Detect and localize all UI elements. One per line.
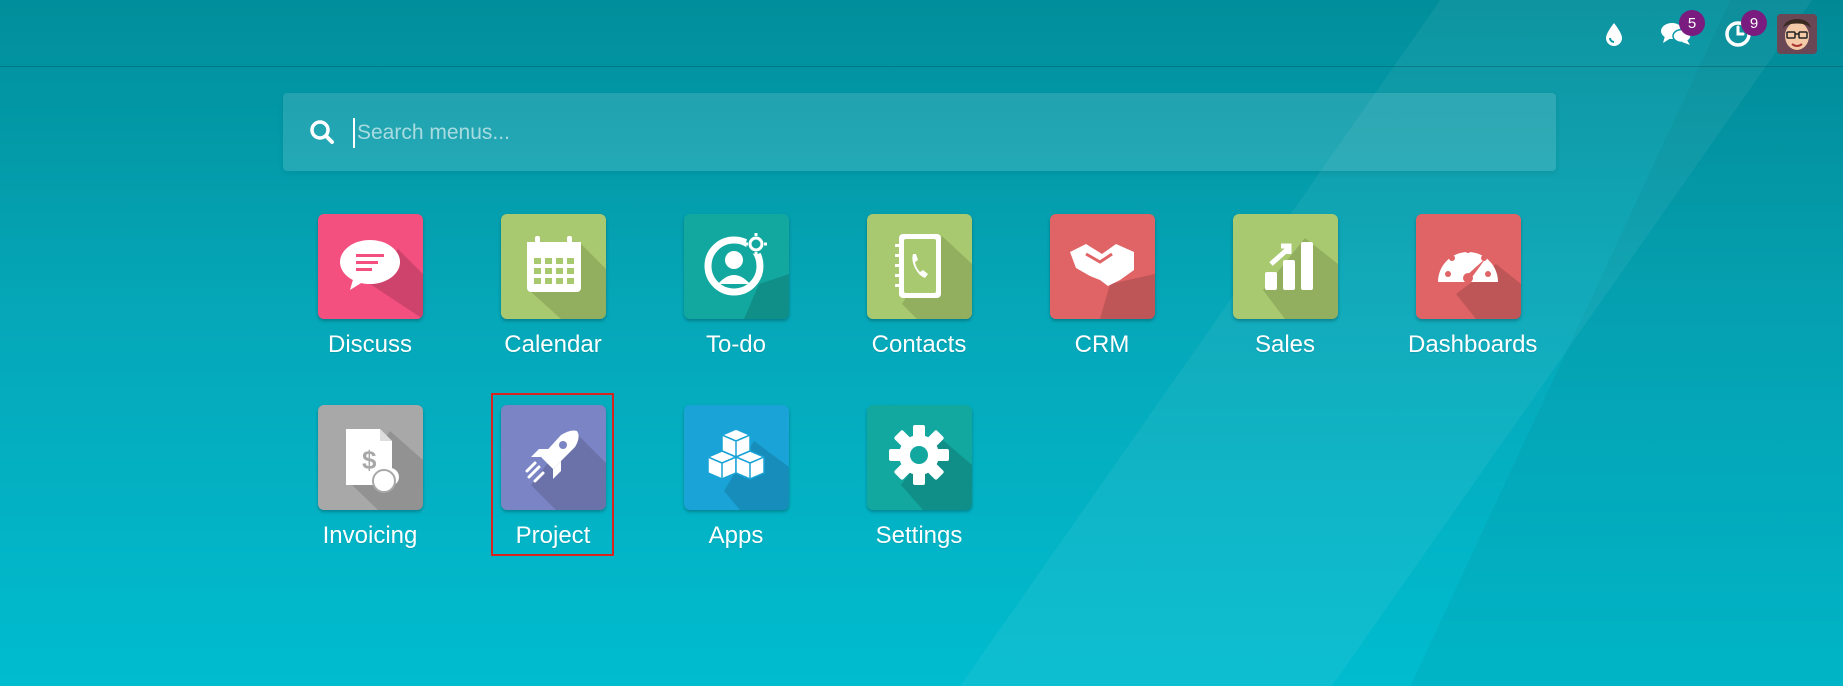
app-calendar[interactable]: Calendar [493, 214, 613, 364]
debug-icon[interactable] [1583, 14, 1645, 54]
app-label: To-do [705, 331, 767, 358]
gear-icon [888, 425, 972, 510]
app-settings[interactable]: Settings [859, 405, 979, 555]
search-bar[interactable] [283, 93, 1556, 171]
gauge-icon [1437, 247, 1521, 319]
project-tile [500, 405, 606, 510]
app-label: CRM [1074, 331, 1130, 358]
user-gear-icon [704, 233, 789, 319]
invoicing-tile: $ [317, 405, 423, 510]
systray: 5 9 [1583, 10, 1817, 54]
dashboards-tile [1415, 214, 1521, 319]
calendar-icon [526, 236, 606, 319]
messages-button[interactable]: 5 [1645, 10, 1707, 54]
top-navbar: 5 9 [0, 0, 1843, 67]
search-icon [310, 120, 334, 144]
handshake-icon [1069, 244, 1155, 319]
activity-count-badge: 9 [1741, 10, 1767, 36]
app-label: Project [515, 522, 591, 549]
app-invoicing[interactable]: $ Invoicing [310, 405, 430, 555]
app-todo[interactable]: To-do [676, 214, 796, 364]
todo-tile [683, 214, 789, 319]
app-label: Invoicing [322, 522, 418, 549]
messages-count-badge: 5 [1679, 10, 1705, 36]
svg-text:$: $ [362, 445, 377, 475]
chat-bubble-icon [339, 240, 423, 319]
address-book-icon [894, 234, 972, 319]
discuss-tile [317, 214, 423, 319]
bar-chart-icon [1262, 238, 1338, 319]
app-label: Settings [875, 522, 963, 549]
invoice-icon: $ [345, 429, 423, 510]
app-crm[interactable]: CRM [1042, 214, 1162, 364]
app-label: Apps [708, 522, 764, 549]
user-avatar[interactable] [1777, 14, 1817, 54]
crm-tile [1049, 214, 1155, 319]
app-project[interactable]: Project [493, 405, 613, 555]
contacts-tile [866, 214, 972, 319]
app-contacts[interactable]: Contacts [859, 214, 979, 364]
app-dashboards[interactable]: Dashboards [1408, 214, 1538, 364]
search-input[interactable] [355, 107, 1509, 159]
calendar-tile [500, 214, 606, 319]
app-discuss[interactable]: Discuss [310, 214, 430, 364]
app-label: Sales [1254, 331, 1316, 358]
rocket-icon [525, 430, 606, 510]
settings-tile [866, 405, 972, 510]
app-label: Dashboards [1408, 331, 1538, 358]
apps-tile [683, 405, 789, 510]
app-apps[interactable]: Apps [676, 405, 796, 555]
app-label: Contacts [871, 331, 967, 358]
cubes-icon [706, 428, 789, 510]
app-sales[interactable]: Sales [1225, 214, 1345, 364]
app-label: Calendar [504, 331, 602, 358]
app-label: Discuss [327, 331, 412, 358]
activity-button[interactable]: 9 [1707, 10, 1769, 54]
sales-tile [1232, 214, 1338, 319]
